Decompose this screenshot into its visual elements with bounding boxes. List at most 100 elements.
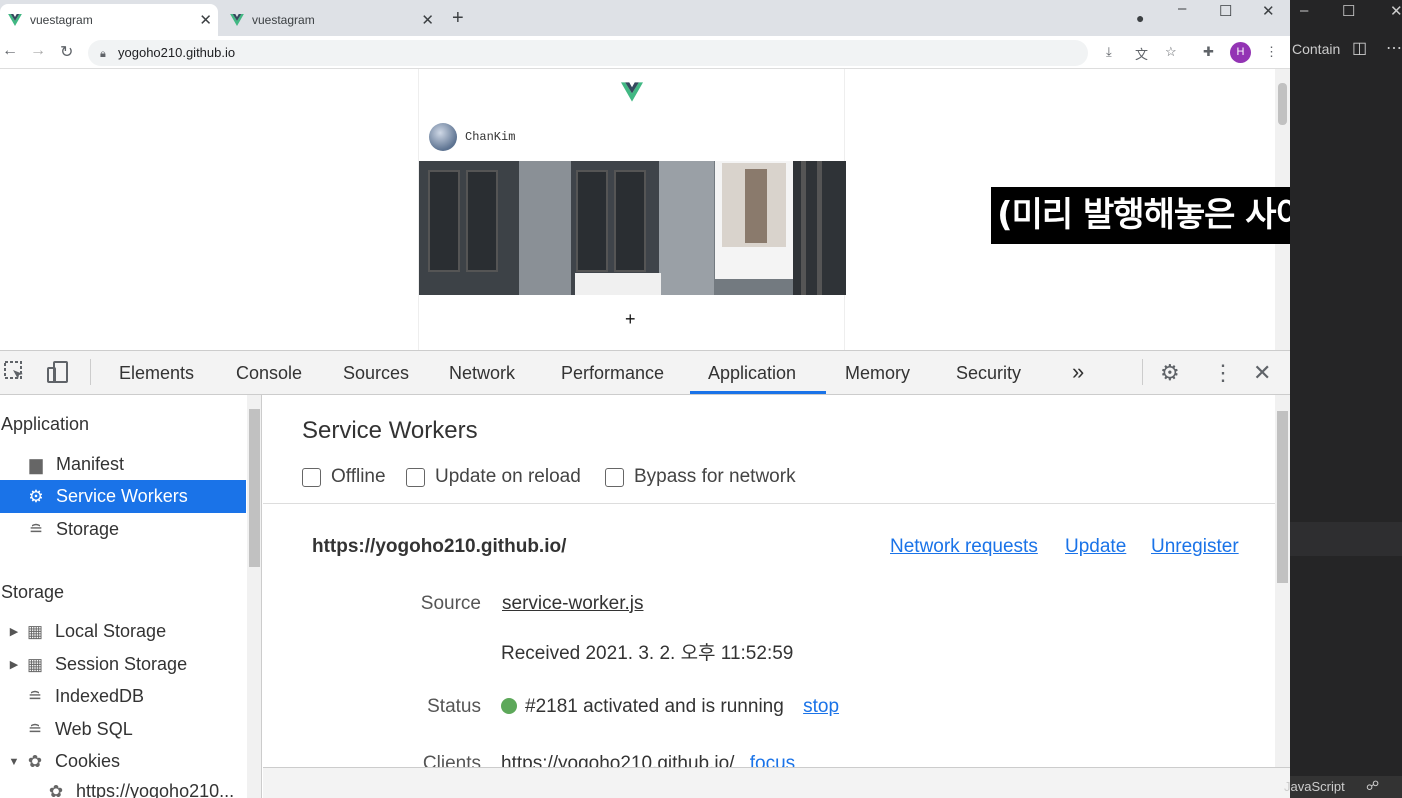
stop-link[interactable]: stop (803, 696, 839, 717)
video-subtitle: (미리 발행해놓은 사이트임) (991, 187, 1290, 244)
source-label: Source (420, 593, 481, 614)
sw-origin: https://yogoho210.github.io/ (312, 536, 567, 557)
add-post-button[interactable]: + (625, 309, 636, 330)
status-label: Status (427, 696, 481, 717)
device-toolbar-icon[interactable] (46, 360, 70, 390)
post-username: ChanKim (465, 130, 516, 144)
menu-icon[interactable]: ⋮ (1265, 44, 1278, 60)
tab-memory[interactable]: Memory (845, 363, 910, 384)
profile-avatar[interactable]: H (1230, 42, 1251, 63)
sidebar-item-cookie-origin[interactable]: ✿ https://yogoho210... (0, 775, 246, 798)
gear-icon[interactable]: ⚙ (1160, 360, 1180, 386)
translate-icon[interactable]: 文 (1135, 44, 1148, 63)
window-close-icon[interactable]: ✕ (1390, 2, 1402, 20)
browser-tab-1[interactable]: vuestagram ✕ (0, 4, 218, 36)
tab-search-icon[interactable]: ● (1136, 10, 1144, 26)
devtools-tabbar: Elements Console Sources Network Perform… (0, 351, 1290, 395)
grid-icon: ▦ (26, 621, 44, 641)
application-sidebar: Application ▆ Manifest ⚙ Service Workers… (0, 395, 262, 798)
cookie-icon: ✿ (27, 751, 43, 771)
tab-performance[interactable]: Performance (561, 363, 664, 384)
sidebar-header-storage: Storage (1, 582, 65, 602)
collapse-arrow-icon[interactable]: ▼ (7, 756, 21, 768)
browser-tab-2[interactable]: vuestagram ✕ (222, 4, 440, 36)
language-mode[interactable]: JavaScript (1284, 779, 1345, 794)
browser-toolbar: ← → ↻ 🔒︎ yogoho210.github.io ⤓ 文 ☆ ✚ ⋮ (0, 36, 1290, 69)
cookie-icon: ✿ (48, 781, 64, 798)
devtools-panel: Elements Console Sources Network Perform… (0, 350, 1290, 798)
sidebar-item-manifest[interactable]: ▆ Manifest (0, 448, 246, 481)
contain-label: Contain (1292, 41, 1341, 57)
inspect-element-icon[interactable] (3, 360, 27, 390)
back-icon[interactable]: ← (2, 42, 18, 60)
tab-application[interactable]: Application (708, 363, 796, 384)
browser-window: vuestagram ✕ vuestagram ✕ + ● – ☐ ✕ ← → … (0, 0, 1290, 798)
update-on-reload-checkbox[interactable]: Update on reload (406, 466, 581, 488)
unregister-link[interactable]: Unregister (1151, 536, 1239, 558)
maximize-icon[interactable]: ☐ (1219, 2, 1232, 20)
tab-sources[interactable]: Sources (343, 363, 409, 384)
address-text: yogoho210.github.io (118, 45, 236, 60)
main-scrollbar[interactable] (1275, 395, 1290, 767)
more-tabs-icon[interactable]: » (1072, 359, 1084, 385)
new-tab-icon[interactable]: + (452, 7, 464, 30)
database-icon: ≘ (27, 686, 43, 706)
maximize-icon[interactable]: ☐ (1342, 2, 1355, 20)
forward-icon[interactable]: → (30, 42, 46, 60)
sidebar-item-indexeddb[interactable]: ≘ IndexedDB (0, 680, 246, 713)
close-icon[interactable]: ✕ (421, 11, 434, 29)
minimize-icon[interactable]: – (1178, 0, 1186, 17)
expand-arrow-icon[interactable]: ▶ (7, 625, 21, 638)
vue-logo-icon (621, 82, 643, 102)
vue-logo-icon (8, 14, 22, 26)
install-icon[interactable]: ⤓ (1106, 44, 1112, 60)
more-icon[interactable]: ⋯ (1386, 38, 1402, 58)
status-dot-icon (501, 698, 517, 714)
vue-logo-icon (230, 14, 244, 26)
bypass-for-network-checkbox[interactable]: Bypass for network (605, 466, 796, 488)
close-devtools-icon[interactable]: ✕ (1253, 360, 1271, 386)
source-file-link[interactable]: service-worker.js (502, 593, 643, 615)
feedback-icon[interactable]: ☍ (1366, 778, 1379, 794)
received-time: Received 2021. 3. 2. 오후 11:52:59 (501, 643, 794, 664)
sidebar-item-local-storage[interactable]: ▶ ▦ Local Storage (0, 615, 246, 648)
sidebar-item-web-sql[interactable]: ≘ Web SQL (0, 713, 246, 746)
tab-elements[interactable]: Elements (119, 363, 194, 384)
page-title: Service Workers (302, 417, 478, 444)
database-icon: ≘ (28, 519, 44, 539)
address-bar[interactable]: 🔒︎ yogoho210.github.io (88, 40, 1088, 66)
expand-arrow-icon[interactable]: ▶ (7, 658, 21, 671)
sidebar-header-application: Application (1, 414, 90, 434)
kebab-menu-icon[interactable]: ⋮ (1212, 360, 1234, 386)
database-icon: ≘ (27, 719, 43, 739)
sidebar-item-service-workers[interactable]: ⚙ Service Workers (0, 480, 246, 513)
sidebar-item-session-storage[interactable]: ▶ ▦ Session Storage (0, 648, 246, 681)
lock-icon: 🔒︎ (100, 48, 106, 60)
tab-console[interactable]: Console (236, 363, 302, 384)
window-close-icon[interactable]: ✕ (1262, 2, 1275, 20)
divider (263, 503, 1275, 504)
network-requests-link[interactable]: Network requests (890, 536, 1038, 558)
reload-icon[interactable]: ↻ (60, 42, 73, 62)
tab-network[interactable]: Network (449, 363, 515, 384)
sidebar-item-storage[interactable]: ≘ Storage (0, 513, 246, 546)
gear-icon: ⚙ (28, 486, 44, 506)
sidebar-item-cookies[interactable]: ▼ ✿ Cookies (0, 745, 246, 778)
avatar (429, 123, 457, 151)
extensions-icon[interactable]: ✚ (1203, 44, 1214, 60)
code-editor-background: – ☐ ✕ Contain ◫ ⋯ JavaScript ☍ (1284, 0, 1402, 798)
minimize-icon[interactable]: – (1300, 2, 1308, 19)
bookmark-star-icon[interactable]: ☆ (1165, 44, 1177, 60)
editor-highlight-line (1290, 522, 1402, 556)
tab-security[interactable]: Security (956, 363, 1021, 384)
sidebar-scrollbar[interactable] (247, 395, 261, 798)
status-row: #2181 activated and is running stop (501, 696, 839, 718)
offline-checkbox[interactable]: Offline (302, 466, 386, 488)
tab-title: vuestagram (252, 13, 315, 27)
split-view-icon[interactable]: ◫ (1352, 38, 1367, 58)
close-icon[interactable]: ✕ (199, 11, 212, 29)
post-image (419, 161, 846, 295)
service-workers-pane: Service Workers Offline Update on reload… (263, 395, 1290, 798)
feed: ChanKim + (418, 69, 846, 350)
update-link[interactable]: Update (1065, 536, 1126, 558)
